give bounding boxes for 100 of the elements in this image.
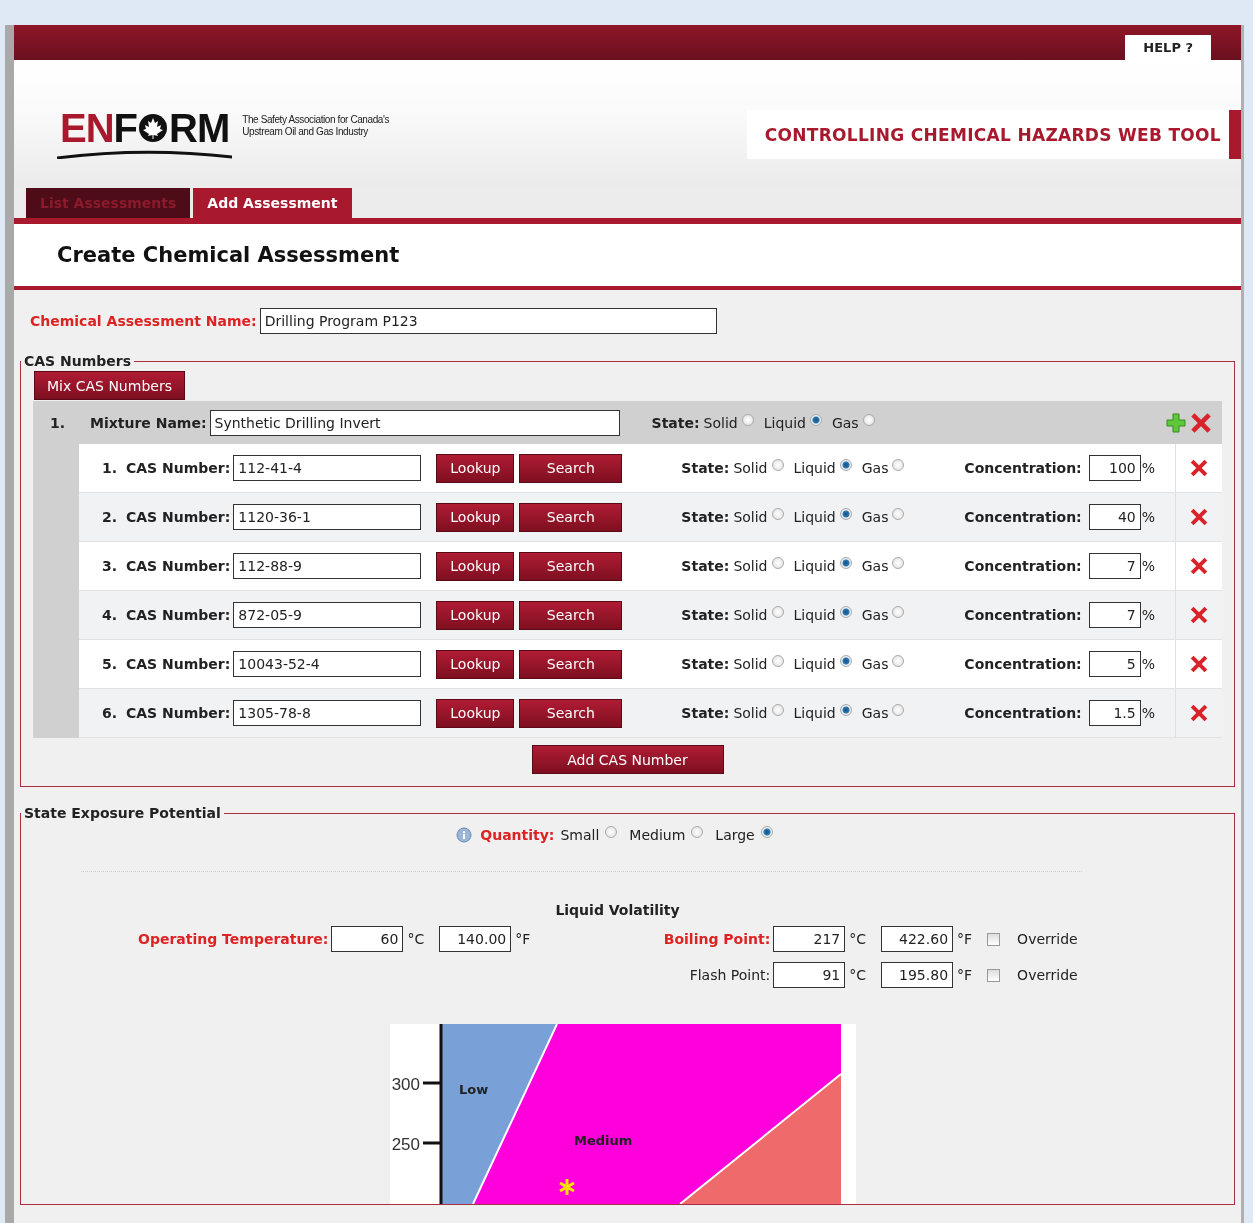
row-number: 2. <box>102 509 119 525</box>
assessment-name-field[interactable]: Drilling Program P123 <box>259 308 717 334</box>
celsius-field[interactable]: 217 <box>773 926 846 952</box>
cas-number-field[interactable]: 1305-78-8 <box>233 700 422 726</box>
delete-icon[interactable] <box>1188 604 1210 626</box>
concentration-field[interactable]: 100 <box>1088 455 1141 481</box>
field-label: Concentration: <box>964 558 1082 574</box>
lookup-button[interactable]: Lookup <box>436 502 515 532</box>
search-button[interactable]: Search <box>519 551 623 581</box>
unit-label: °F <box>515 931 531 947</box>
radio-button[interactable] <box>892 557 905 569</box>
fahrenheit-field[interactable]: 140.00 <box>439 926 512 952</box>
unit-label: % <box>1141 705 1155 721</box>
mixture-name-field[interactable]: Synthetic Drilling Invert <box>209 409 620 436</box>
option-label: Gas <box>861 705 889 721</box>
radio-button[interactable] <box>839 459 852 471</box>
field-label: Concentration: <box>964 607 1082 623</box>
radio-button[interactable] <box>691 826 704 838</box>
option-label: Liquid <box>763 414 806 431</box>
field-label: CAS Number: <box>126 607 231 623</box>
field-label: State: <box>681 460 730 476</box>
unit-label: % <box>1141 460 1155 476</box>
radio-button[interactable] <box>839 655 852 667</box>
delete-icon[interactable] <box>1188 457 1210 479</box>
field-label: State: <box>651 414 700 431</box>
option-label: Solid <box>733 460 768 476</box>
delete-icon[interactable] <box>1188 702 1210 724</box>
cas-number-field[interactable]: 1120-36-1 <box>233 504 422 530</box>
radio-button[interactable] <box>892 704 905 716</box>
nav-tab[interactable]: Add Assessment <box>193 188 352 218</box>
celsius-field[interactable]: 91 <box>773 962 846 988</box>
concentration-field[interactable]: 7 <box>1088 602 1141 628</box>
radio-button[interactable] <box>771 704 784 716</box>
radio-button[interactable] <box>862 413 875 426</box>
checkbox[interactable] <box>987 932 1001 946</box>
search-button[interactable]: Search <box>519 698 623 728</box>
field-label: Chemical Assessment Name: <box>30 313 257 329</box>
mix-button[interactable]: Mix CAS Numbers <box>34 371 185 400</box>
cas-number-field[interactable]: 872-05-9 <box>233 602 422 628</box>
option-label: Gas <box>861 509 889 525</box>
celsius-field[interactable]: 60 <box>331 926 404 952</box>
search-button[interactable]: Search <box>519 600 623 630</box>
radio-button[interactable] <box>760 826 773 838</box>
search-button[interactable]: Search <box>519 649 623 679</box>
lookup-button[interactable]: Lookup <box>436 649 515 679</box>
radio-button[interactable] <box>839 704 852 716</box>
option-label: Liquid <box>793 460 836 476</box>
field-label: State: <box>681 509 730 525</box>
concentration-field[interactable]: 5 <box>1088 651 1141 677</box>
lookup-button[interactable]: Lookup <box>436 551 515 581</box>
radio-button[interactable] <box>771 606 784 618</box>
radio-button[interactable] <box>892 606 905 618</box>
search-button[interactable]: Search <box>519 453 623 483</box>
unit-label: % <box>1141 558 1155 574</box>
row-number: 1. <box>50 414 67 431</box>
radio-button[interactable] <box>839 606 852 618</box>
cas-number-field[interactable]: 10043-52-4 <box>233 651 422 677</box>
region-label: Low <box>458 1082 488 1097</box>
radio-button[interactable] <box>839 557 852 569</box>
lookup-button[interactable]: Lookup <box>436 453 515 483</box>
add-cas-number-button[interactable]: Add CAS Number <box>531 745 724 774</box>
radio-button[interactable] <box>771 459 784 471</box>
option-label: Solid <box>733 705 768 721</box>
checkbox[interactable] <box>987 968 1001 982</box>
radio-button[interactable] <box>809 413 822 426</box>
search-button[interactable]: Search <box>519 502 623 532</box>
radio-button[interactable] <box>771 557 784 569</box>
delete-icon[interactable] <box>1188 653 1210 675</box>
cas-number-field[interactable]: 112-88-9 <box>233 553 422 579</box>
unit-label: °C <box>849 931 867 947</box>
help-link[interactable]: HELP ? <box>1125 35 1211 61</box>
lookup-button[interactable]: Lookup <box>436 600 515 630</box>
radio-button[interactable] <box>892 508 905 520</box>
cas-number-field[interactable]: 112-41-4 <box>233 455 422 481</box>
unit-label: % <box>1141 656 1155 672</box>
concentration-field[interactable]: 1.5 <box>1088 700 1141 726</box>
lookup-button[interactable]: Lookup <box>436 698 515 728</box>
radio-button[interactable] <box>771 508 784 520</box>
radio-button[interactable] <box>892 459 905 471</box>
fahrenheit-field[interactable]: 422.60 <box>881 926 954 952</box>
radio-button[interactable] <box>892 655 905 667</box>
option-label: Medium <box>629 827 686 843</box>
info-icon[interactable] <box>456 827 473 843</box>
add-icon[interactable] <box>1166 412 1186 433</box>
concentration-field[interactable]: 40 <box>1088 504 1141 530</box>
radio-button[interactable] <box>741 413 754 426</box>
radio-button[interactable] <box>771 655 784 667</box>
radio-button[interactable] <box>839 508 852 520</box>
option-label: Solid <box>733 509 768 525</box>
delete-icon[interactable] <box>1188 506 1210 528</box>
fahrenheit-field[interactable]: 195.80 <box>881 962 954 988</box>
option-label: Liquid <box>793 607 836 623</box>
option-label: Solid <box>703 414 738 431</box>
row-number: 1. <box>102 460 119 476</box>
field-label: Boiling Point: <box>662 931 771 947</box>
delete-icon[interactable] <box>1188 555 1210 577</box>
field-label: Concentration: <box>964 705 1082 721</box>
radio-button[interactable] <box>605 826 618 838</box>
region-label: Medium <box>573 1133 632 1148</box>
concentration-field[interactable]: 7 <box>1088 553 1141 579</box>
